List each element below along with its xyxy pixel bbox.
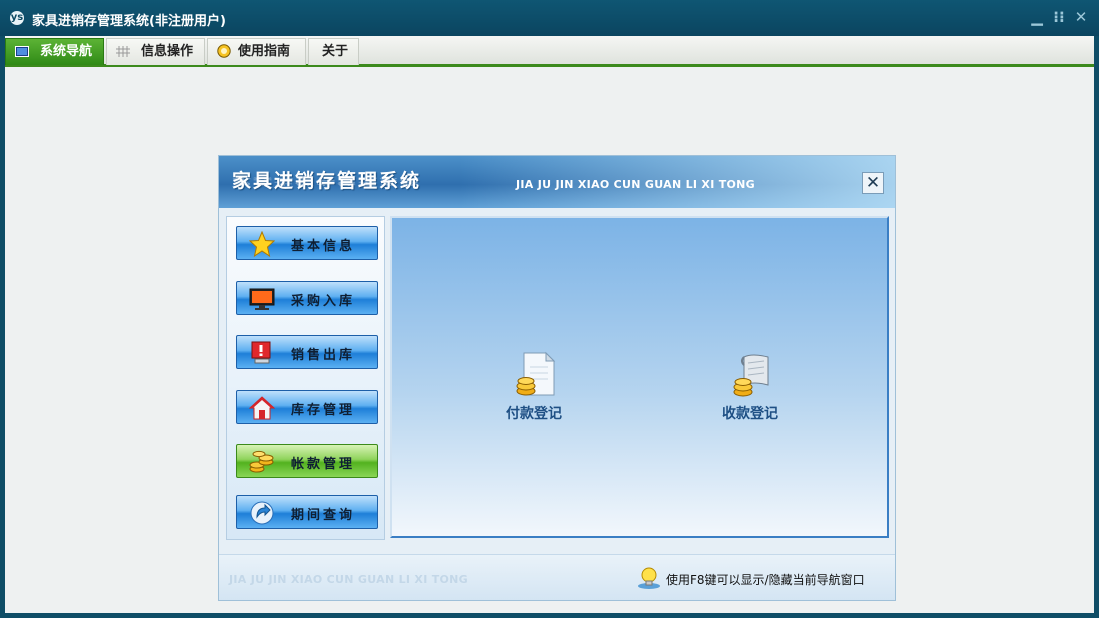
monitor-icon [15,46,29,57]
payment-register-item[interactable]: 付款登记 [494,351,574,431]
nav-button-period-query[interactable]: 期间查询 [236,495,378,529]
window-title: 家具进销存管理系统(非注册用户) [32,14,226,29]
work-area: 家具进销存管理系统 家具进销存管理系统 JIA JU JIN XIAO CUN … [5,70,1094,613]
f8-tip-text: 使用F8键可以显示/隐藏当前导航窗口 [666,573,865,587]
document-coins-icon [516,351,556,396]
nav-label: 基本信息 [291,239,356,254]
tab-about[interactable]: 关于 [308,38,359,65]
tab-label: 关于 [322,44,349,59]
close-icon[interactable]: ✕ [862,172,884,194]
monitor-icon [249,288,275,310]
dialog-header[interactable]: 家具进销存管理系统 家具进销存管理系统 JIA JU JIN XIAO CUN … [219,156,895,208]
scroll-coins-icon [733,354,769,397]
app-logo-icon: ys [10,11,24,25]
nav-button-basic-info[interactable]: 基本信息 [236,226,378,260]
function-content-area: 付款登记 收款登记 [390,216,889,538]
alert-icon [251,341,271,364]
dialog-footer: JIA JU JIN XIAO CUN GUAN LI XI TONG 使用F8… [219,554,895,600]
tab-bar: 系统导航 信息操作 使用指南 关于 [5,36,1094,67]
tab-info-operation[interactable]: 信息操作 [106,38,205,65]
guide-icon [217,44,231,58]
grid-icon [116,46,130,57]
restore-icon[interactable]: ⁝⁝ [1050,7,1068,27]
star-icon [249,231,275,257]
tab-label: 信息操作 [141,44,194,59]
arrow-circle-icon [250,501,274,525]
title-bar[interactable]: ys 家具进销存管理系统(非注册用户) ▁ ⁝⁝ ✕ [0,0,1099,36]
nav-label: 库存管理 [291,403,356,418]
dialog-subtitle: JIA JU JIN XIAO CUN GUAN LI XI TONG [516,178,756,191]
nav-label: 帐款管理 [291,457,356,472]
nav-label: 期间查询 [291,508,356,523]
nav-button-inventory[interactable]: 库存管理 [236,390,378,424]
coins-icon [249,450,274,473]
dialog-title-reflection: 家具进销存管理系统 [232,176,422,187]
lightbulb-icon [638,567,660,589]
nav-button-purchase-in[interactable]: 采购入库 [236,281,378,315]
tab-label: 使用指南 [238,44,291,59]
receipt-register-item[interactable]: 收款登记 [710,351,790,431]
close-icon[interactable]: ✕ [1072,7,1090,27]
function-label: 付款登记 [506,406,562,422]
function-label: 收款登记 [722,406,778,422]
house-icon [249,396,275,420]
nav-button-accounts[interactable]: 帐款管理 [236,444,378,478]
nav-panel: 基本信息 采购入库 销售出库 库存管理 帐款管理 期间查询 [226,216,385,540]
client-area: 系统导航 信息操作 使用指南 关于 家具进销存管理系统 家具进销存管理系统 JI… [5,36,1094,613]
nav-button-sales-out[interactable]: 销售出库 [236,335,378,369]
nav-label: 采购入库 [291,294,356,309]
tab-system-navigation[interactable]: 系统导航 [5,38,104,65]
navigation-dialog: 家具进销存管理系统 家具进销存管理系统 JIA JU JIN XIAO CUN … [218,155,896,601]
nav-label: 销售出库 [291,348,356,363]
footer-watermark-text: JIA JU JIN XIAO CUN GUAN LI XI TONG [229,573,469,586]
minimize-icon[interactable]: ▁ [1028,7,1046,27]
app-window: ys 家具进销存管理系统(非注册用户) ▁ ⁝⁝ ✕ 系统导航 信息操作 使用指… [0,0,1099,618]
tab-label: 系统导航 [40,44,93,59]
tab-user-guide[interactable]: 使用指南 [207,38,306,65]
